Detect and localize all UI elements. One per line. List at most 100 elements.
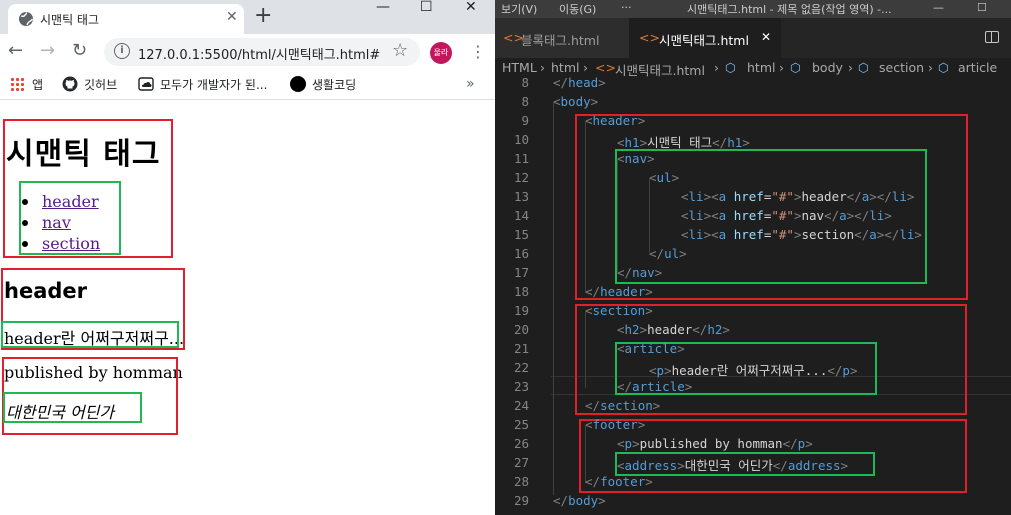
code-line[interactable]: <address>대한민국 어딘가</address> — [617, 455, 848, 474]
code-line[interactable]: <li><a href="#">nav</a></li> — [681, 208, 892, 223]
browser-tab[interactable]: 시맨틱 태그 ✕ — [8, 4, 244, 34]
code-token: </ — [712, 135, 728, 150]
forward-icon[interactable]: → — [40, 42, 55, 60]
code-line[interactable]: <p>published by homman</p> — [617, 436, 813, 451]
code-token: published by homman — [639, 436, 783, 451]
code-token: >< — [703, 189, 719, 204]
code-token: </ — [617, 379, 633, 394]
editor-tab-close-icon[interactable]: ✕ — [761, 30, 771, 44]
code-line[interactable]: <h2>header</h2> — [617, 322, 730, 337]
code-token: ul — [656, 170, 672, 185]
nav-link-section[interactable]: section — [42, 234, 100, 253]
code-line[interactable]: <h1>시맨틱 태그</h1> — [617, 132, 750, 151]
code-area[interactable]: 8 </head> 8 <body> 9 <header> 10 <h1>시맨틱 태그</h1… — [495, 75, 1011, 515]
breadcrumb-item[interactable]: 시맨틱태그.html — [615, 60, 705, 79]
code-token: > — [645, 474, 653, 489]
reload-icon[interactable]: ↻ — [72, 42, 87, 60]
page-heading-h1: 시맨틱 태그 — [6, 137, 161, 172]
breadcrumb-item[interactable]: body — [812, 60, 843, 75]
code-token: a — [869, 227, 877, 242]
editor-maximize-icon[interactable]: ☐ — [977, 1, 987, 14]
bookmark-star-icon[interactable]: ☆ — [392, 40, 408, 61]
list-item: nav — [20, 212, 100, 233]
breadcrumb-item[interactable]: section — [879, 60, 924, 75]
profile-avatar[interactable]: 울라 — [430, 42, 452, 64]
breadcrumb-item[interactable]: article — [958, 60, 997, 75]
menu-view[interactable]: 보기(V) — [501, 1, 537, 17]
code-line[interactable]: <nav> — [617, 151, 655, 166]
breadcrumb-item[interactable]: html — [747, 60, 775, 75]
code-line[interactable]: </head> — [553, 75, 606, 90]
code-line[interactable]: <li><a href="#">section</a></li> — [681, 227, 922, 242]
code-line[interactable]: <footer> — [585, 417, 645, 432]
line-number: 17 — [513, 265, 529, 280]
code-line[interactable]: </body> — [553, 493, 606, 508]
code-token: </ — [553, 75, 569, 90]
tab-close-icon[interactable]: ✕ — [226, 9, 238, 25]
code-token: footer — [600, 474, 646, 489]
menu-go[interactable]: 이동(G) — [559, 1, 596, 17]
window-close-icon[interactable]: ✕ — [465, 0, 477, 14]
editor-tab-block-tag[interactable]: <> 블록태그.html — [495, 18, 629, 58]
line-number: 22 — [513, 360, 529, 375]
code-token: < — [617, 151, 625, 166]
code-token: "#" — [771, 227, 794, 242]
code-line[interactable]: <p>header란 어쩌구저쩌구...</p> — [649, 360, 857, 379]
code-token: > — [645, 303, 653, 318]
code-line[interactable]: </ul> — [649, 246, 687, 261]
code-line[interactable]: </header> — [585, 284, 653, 299]
breadcrumb-item[interactable]: html — [551, 60, 579, 75]
code-token: ></ — [846, 208, 870, 223]
site-info-icon[interactable]: i — [114, 43, 130, 59]
code-token: h2 — [624, 322, 640, 337]
code-line[interactable]: <ul> — [649, 170, 679, 185]
more-menu-icon[interactable]: ⋮ — [470, 44, 486, 60]
nav-link-nav[interactable]: nav — [42, 213, 71, 232]
code-token: > — [684, 379, 693, 394]
code-line[interactable]: <section> — [585, 303, 653, 318]
code-line[interactable]: </section> — [585, 398, 660, 413]
bookmarks-more-icon[interactable]: » — [466, 76, 475, 92]
code-line[interactable]: <article> — [617, 341, 685, 356]
editor-tab-semantic-tag[interactable]: <> 시맨틱태그.html ✕ — [629, 18, 781, 58]
code-token: >< — [703, 208, 719, 223]
bookmark-opentutorials[interactable]: 생활코딩 — [290, 76, 356, 93]
code-token: > — [645, 284, 653, 299]
split-editor-icon[interactable] — [985, 31, 999, 43]
circle-icon — [290, 76, 306, 92]
code-token: < — [649, 170, 657, 185]
code-token: < — [617, 436, 625, 451]
code-line[interactable]: </article> — [617, 379, 692, 394]
code-line[interactable]: <li><a href="#">header</a></li> — [681, 189, 914, 204]
code-line[interactable]: <header> — [585, 113, 645, 128]
cube-icon: ⬡ — [725, 60, 736, 75]
code-line[interactable]: </nav> — [617, 265, 662, 280]
line-number: 18 — [513, 284, 529, 299]
html-file-icon: <> — [595, 60, 616, 75]
code-token: > — [671, 170, 680, 185]
url-text[interactable]: 127.0.0.1:5500/html/시맨틱태그.html# — [138, 44, 380, 63]
maximize-icon[interactable]: ☐ — [420, 0, 433, 14]
address-bar[interactable]: i 127.0.0.1:5500/html/시맨틱태그.html# ☆ — [104, 38, 420, 66]
code-token: address — [787, 458, 841, 473]
code-token: h1 — [727, 135, 743, 150]
new-tab-button[interactable]: + — [254, 3, 272, 28]
minimize-icon[interactable]: — — [376, 0, 390, 14]
bookmark-developer[interactable]: 모두가 개발자가 된... — [138, 76, 267, 93]
code-line[interactable]: <body> — [553, 94, 598, 109]
menu-more[interactable]: ··· — [621, 1, 632, 14]
code-line[interactable]: </footer> — [585, 474, 653, 489]
code-token: > — [637, 417, 646, 432]
code-token: body — [560, 94, 591, 109]
line-number: 16 — [513, 246, 529, 261]
editor-minimize-icon[interactable]: — — [933, 1, 944, 14]
breadcrumb-item[interactable]: HTML — [502, 60, 537, 75]
bookmark-github[interactable]: 깃허브 — [62, 76, 117, 93]
list-item: header — [20, 191, 100, 212]
back-icon[interactable]: ← — [8, 42, 23, 60]
bookmark-apps[interactable]: 앱 — [10, 76, 43, 93]
nav-link-header[interactable]: header — [42, 192, 99, 211]
code-token: section — [801, 227, 855, 242]
code-token: li — [891, 189, 907, 204]
